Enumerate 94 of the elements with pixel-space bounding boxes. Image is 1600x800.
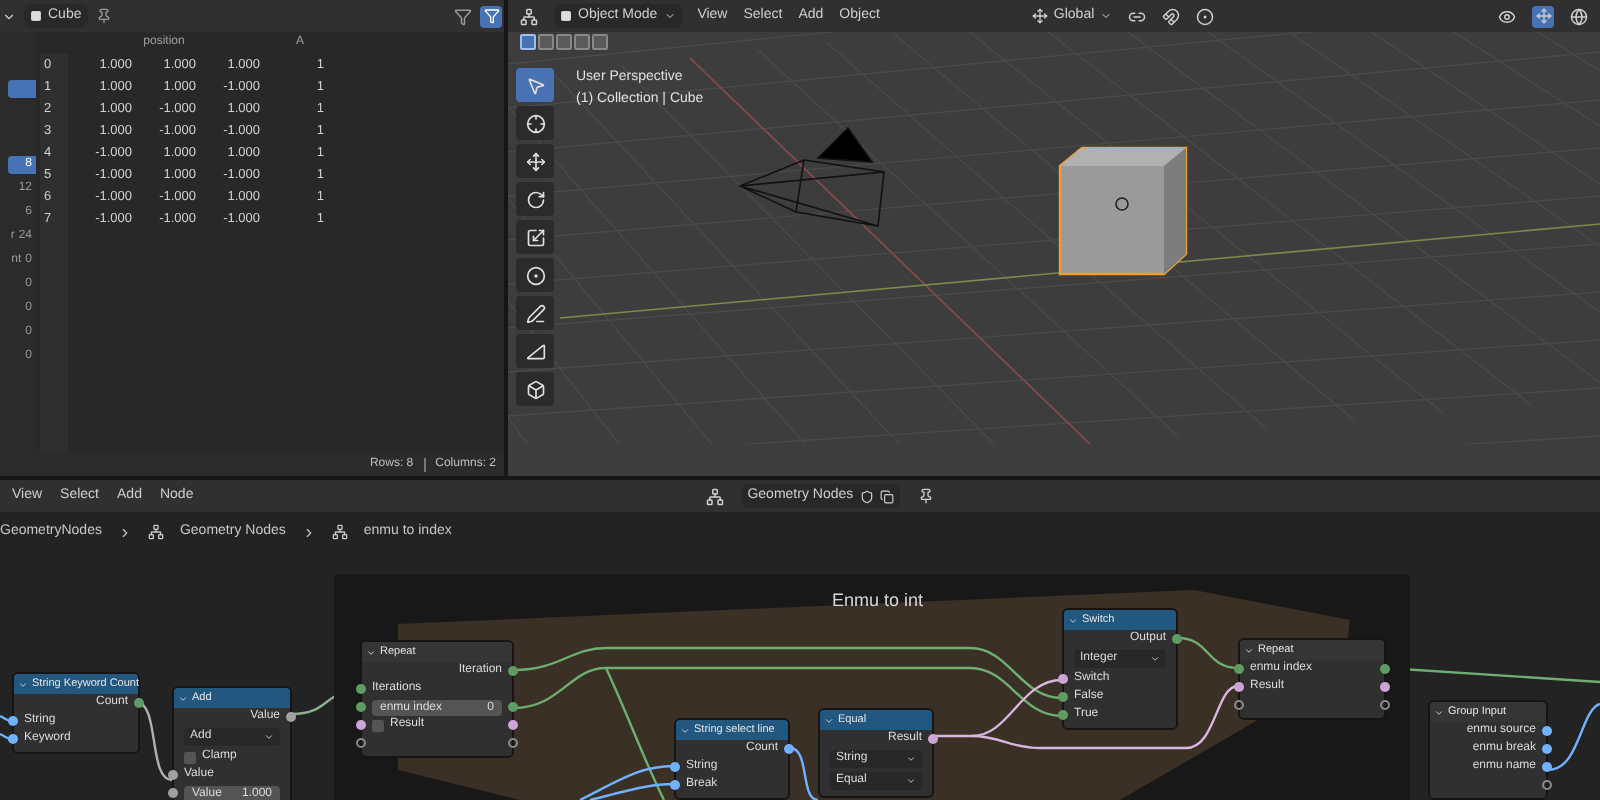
socket-icon[interactable] (1172, 634, 1182, 644)
select-icon (525, 75, 545, 95)
collapse-icon[interactable] (824, 715, 834, 725)
socket-icon[interactable] (508, 702, 518, 712)
socket-icon[interactable] (1058, 692, 1068, 702)
tool-button[interactable] (516, 220, 554, 254)
collapse-icon[interactable] (18, 679, 28, 689)
collapse-icon[interactable] (178, 693, 188, 703)
socket-icon[interactable] (1542, 726, 1552, 736)
rotate-icon (525, 189, 545, 209)
socket-icon[interactable] (356, 684, 366, 694)
caret-icon (1100, 10, 1113, 22)
socket-icon[interactable] (168, 770, 178, 780)
pin-icon[interactable] (917, 488, 934, 504)
collapse-icon[interactable] (680, 725, 690, 735)
chevron-icon (117, 525, 132, 539)
collapse-icon[interactable] (1434, 707, 1444, 717)
collapse-icon[interactable] (1068, 615, 1078, 625)
eye-icon[interactable] (1498, 7, 1516, 25)
socket-icon[interactable] (8, 734, 18, 744)
socket-icon[interactable] (508, 666, 518, 676)
object-icon (30, 10, 42, 22)
cursor-icon (525, 113, 545, 133)
magnet-icon[interactable] (1162, 7, 1181, 25)
tool-button[interactable] (516, 106, 554, 140)
checkbox[interactable] (372, 719, 384, 731)
caret-icon (264, 732, 274, 742)
node-tree-icon (331, 524, 348, 540)
pin-icon[interactable] (95, 8, 112, 24)
collapse-icon[interactable] (366, 647, 376, 657)
shield-icon (859, 489, 874, 503)
filter-toggle[interactable] (480, 5, 502, 27)
socket-icon[interactable] (784, 744, 794, 754)
socket-icon[interactable] (1380, 682, 1390, 692)
globe-icon[interactable] (1570, 7, 1588, 25)
caret-icon (1150, 654, 1160, 664)
tool-button[interactable] (516, 182, 554, 216)
filter-icon[interactable] (454, 7, 472, 25)
gizmo-toggle[interactable] (1532, 5, 1554, 27)
ruler-icon (525, 341, 545, 361)
tool-button[interactable] (516, 334, 554, 368)
axes-icon (1031, 8, 1048, 24)
scale-icon (525, 227, 545, 247)
chevron-icon (301, 525, 316, 539)
node-link (1177, 636, 1239, 670)
mode-icon (560, 10, 572, 22)
socket-icon[interactable] (356, 720, 366, 730)
socket-icon[interactable] (1058, 710, 1068, 720)
socket-icon[interactable] (1542, 780, 1552, 790)
node-tree-icon[interactable] (705, 487, 724, 505)
caret-icon[interactable] (2, 9, 16, 23)
socket-icon[interactable] (508, 720, 518, 730)
caret-icon (663, 10, 676, 22)
socket-icon[interactable] (670, 762, 680, 772)
socket-icon[interactable] (168, 788, 178, 798)
socket-icon[interactable] (1058, 674, 1068, 684)
tool-button[interactable] (516, 144, 554, 178)
frame-label: Enmu to int (832, 588, 924, 614)
socket-icon[interactable] (356, 702, 366, 712)
socket-icon[interactable] (928, 734, 938, 744)
socket-icon[interactable] (356, 738, 366, 748)
socket-icon[interactable] (508, 738, 518, 748)
tool-button[interactable] (516, 296, 554, 330)
collapse-icon[interactable] (1244, 645, 1254, 655)
tool-button[interactable] (516, 372, 554, 406)
caret-icon (906, 754, 916, 764)
cube-icon (525, 379, 545, 399)
caret-icon (906, 776, 916, 786)
socket-icon[interactable] (8, 716, 18, 726)
node-link (789, 746, 819, 800)
node-link (1547, 702, 1600, 772)
pen-icon (525, 303, 545, 323)
socket-icon[interactable] (1234, 682, 1244, 692)
socket-icon[interactable] (1234, 664, 1244, 674)
transform-icon (525, 265, 545, 285)
tool-button[interactable] (516, 258, 554, 292)
move-icon (1535, 8, 1551, 24)
editor-type-icon[interactable] (520, 7, 538, 25)
socket-icon[interactable] (670, 780, 680, 790)
socket-icon[interactable] (1542, 762, 1552, 772)
node-tree-icon (147, 524, 164, 540)
filter-icon (483, 8, 499, 24)
socket-icon[interactable] (1542, 744, 1552, 754)
socket-icon[interactable] (1234, 700, 1244, 710)
socket-icon[interactable] (1380, 664, 1390, 674)
socket-icon[interactable] (286, 712, 296, 722)
socket-icon[interactable] (134, 698, 144, 708)
checkbox[interactable] (184, 751, 196, 763)
select-mode-button[interactable] (520, 34, 536, 50)
copy-icon (879, 489, 894, 503)
socket-icon[interactable] (1380, 700, 1390, 710)
link-icon[interactable] (1128, 7, 1147, 25)
proportional-icon[interactable] (1196, 7, 1215, 25)
move-icon (525, 151, 545, 171)
